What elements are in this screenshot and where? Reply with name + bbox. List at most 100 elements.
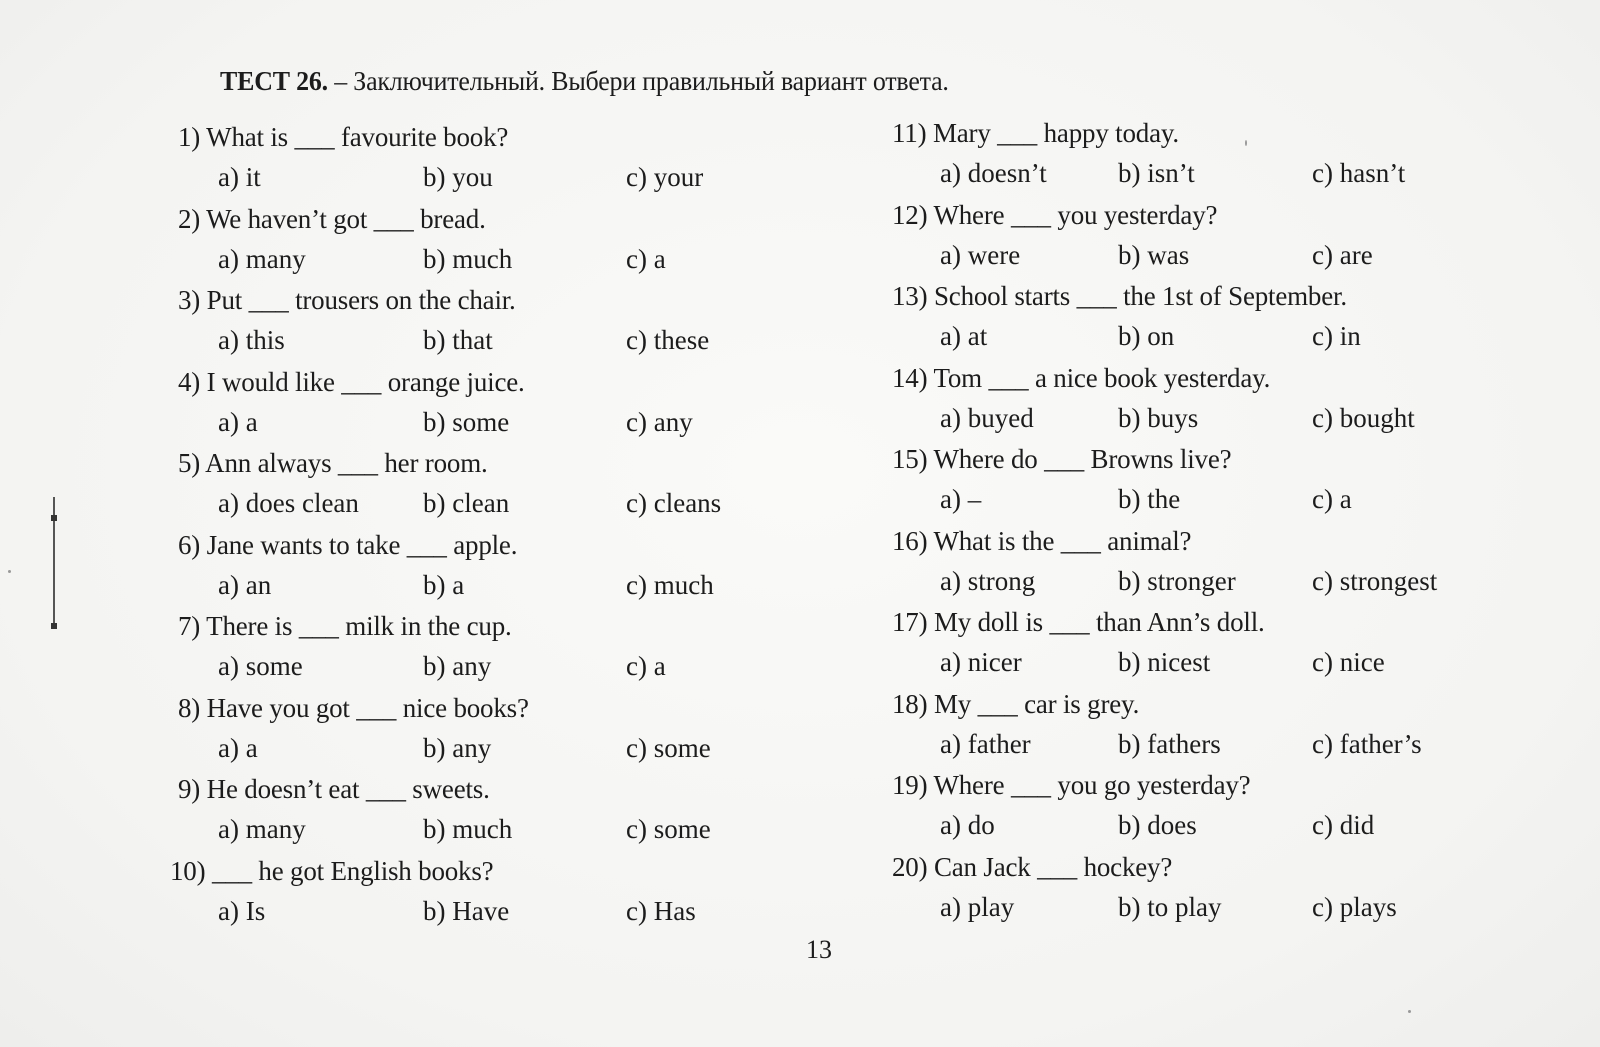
question-number: 8)	[178, 692, 201, 723]
option-a: a) father	[940, 728, 1031, 759]
question-number: 16)	[892, 525, 928, 556]
question-text: Where ___ you yesterday?	[933, 199, 1218, 230]
option-c: c) a	[626, 243, 666, 274]
question-number: 14)	[892, 362, 928, 393]
option-c: c) plays	[1312, 891, 1397, 922]
option-b: b) on	[1118, 321, 1175, 351]
option-b: b) much	[423, 814, 513, 844]
option-c: c) your	[626, 162, 704, 192]
option-a: a) at	[940, 321, 988, 351]
question-text: What is the ___ animal?	[933, 525, 1192, 556]
option-c: c) in	[1312, 321, 1361, 351]
option-c: c) bought	[1312, 402, 1415, 433]
question-text: Where do ___ Browns live?	[933, 444, 1232, 474]
option-b: b) any	[423, 732, 492, 763]
option-b: b) stronger	[1118, 565, 1236, 596]
option-c: c) Has	[626, 895, 696, 926]
option-b: b) you	[423, 162, 493, 192]
question-text: Have you got ___ nice books?	[206, 692, 529, 723]
option-b: b) any	[423, 651, 492, 681]
question-text: What is ___ favourite book?	[206, 122, 509, 152]
question-item: 9) He doesn’t eat ___ sweets. a) many b) …	[178, 774, 798, 856]
page-number: 13	[806, 935, 832, 964]
option-b: b) some	[423, 406, 510, 437]
option-c: c) cleans	[626, 488, 722, 518]
scan-speck	[1245, 140, 1247, 146]
option-b: b) clean	[423, 488, 510, 518]
question-number: 3)	[178, 285, 201, 315]
option-c: c) some	[626, 732, 711, 763]
question-item: 18) My ___ car is grey. a) father b) fath…	[892, 689, 1512, 771]
option-b: b) to play	[1118, 891, 1222, 922]
question-item: 1) What is ___ favourite book? a) it b) y…	[178, 122, 798, 204]
question-number: 13)	[892, 281, 928, 311]
option-c: c) much	[626, 569, 714, 600]
option-a: a) many	[218, 243, 306, 274]
question-number: 4)	[178, 366, 201, 397]
question-number: 19)	[892, 770, 928, 800]
option-a: a) do	[940, 810, 995, 840]
option-b: b) buys	[1118, 402, 1199, 433]
question-text: There is ___ milk in the cup.	[206, 611, 512, 641]
question-item: 7) There is ___ milk in the cup. a) some…	[178, 611, 798, 693]
question-text: Put ___ trousers on the chair.	[206, 285, 516, 315]
option-a: a) a	[218, 732, 258, 763]
test-label: ТЕСТ 26.	[220, 66, 328, 96]
question-item: 12) Where ___ you yesterday? a) were b) w…	[892, 200, 1512, 282]
question-number: 15)	[892, 444, 928, 474]
question-text: I would like ___ orange juice.	[206, 366, 525, 397]
question-text: We haven’t got ___ bread.	[206, 203, 486, 234]
option-a: a) –	[940, 484, 982, 514]
option-a: a) many	[218, 814, 306, 844]
question-number: 1)	[178, 122, 201, 152]
option-b: b) that	[423, 325, 493, 355]
question-item: 17) My doll is ___ than Ann’s doll. a) n…	[892, 607, 1512, 689]
question-text: Can Jack ___ hockey?	[933, 851, 1173, 882]
option-c: c) some	[626, 814, 711, 844]
option-a: a) an	[218, 569, 272, 600]
question-item: 14) Tom ___ a nice book yesterday. a) bu…	[892, 363, 1512, 445]
question-item: 10) ___ he got English books? a) Is b) Ha…	[170, 856, 798, 938]
question-number: 7)	[178, 611, 201, 641]
question-number: 17)	[892, 607, 928, 637]
option-a: a) were	[940, 239, 1021, 270]
scan-speck	[8, 570, 11, 573]
question-text: My ___ car is grey.	[933, 688, 1140, 719]
option-a: a) does clean	[218, 488, 359, 518]
option-b: b) isn’t	[1118, 158, 1195, 188]
question-text: ___ he got English books?	[211, 855, 494, 886]
option-c: c) a	[626, 651, 666, 681]
question-text: Tom ___ a nice book yesterday.	[933, 362, 1271, 393]
scanned-page: ТЕСТ 26. – Заключительный. Выбери правил…	[0, 0, 1600, 1047]
question-text: Ann always ___ her room.	[205, 448, 488, 478]
option-b: b) fathers	[1118, 728, 1221, 759]
margin-mark	[51, 497, 57, 629]
option-b: b) was	[1118, 239, 1190, 270]
question-item: 8) Have you got ___ nice books? a) a b) a…	[178, 693, 798, 775]
question-item: 5) Ann always ___ her room. a) does clea…	[178, 448, 798, 530]
question-item: 16) What is the ___ animal? a) strong b) …	[892, 526, 1512, 608]
option-b: b) does	[1118, 810, 1197, 840]
question-number: 5)	[178, 448, 201, 478]
option-a: a) a	[218, 406, 258, 437]
question-item: 20) Can Jack ___ hockey? a) play b) to pl…	[892, 852, 1512, 934]
option-b: b) much	[423, 243, 513, 274]
question-item: 11) Mary ___ happy today. a) doesn’t b) i…	[892, 118, 1512, 200]
questions-column-right: 11) Mary ___ happy today. a) doesn’t b) i…	[892, 118, 1512, 933]
option-b: b) Have	[423, 895, 510, 926]
option-c: c) a	[1312, 484, 1352, 514]
question-number: 11)	[892, 118, 927, 148]
option-c: c) hasn’t	[1312, 158, 1406, 188]
option-c: c) these	[626, 325, 710, 355]
option-c: c) any	[626, 406, 693, 437]
questions-column-left: 1) What is ___ favourite book? a) it b) y…	[170, 122, 798, 937]
question-item: 2) We haven’t got ___ bread. a) many b) m…	[178, 204, 798, 286]
option-a: a) play	[940, 891, 1015, 922]
option-a: a) buyed	[940, 402, 1034, 433]
option-a: a) it	[218, 162, 261, 192]
option-c: c) nice	[1312, 647, 1385, 677]
test-instruction: – Заключительный. Выбери правильный вари…	[334, 66, 949, 96]
question-item: 19) Where ___ you go yesterday? a) do b) …	[892, 770, 1512, 852]
question-number: 9)	[178, 774, 201, 804]
question-number: 20)	[892, 851, 928, 882]
